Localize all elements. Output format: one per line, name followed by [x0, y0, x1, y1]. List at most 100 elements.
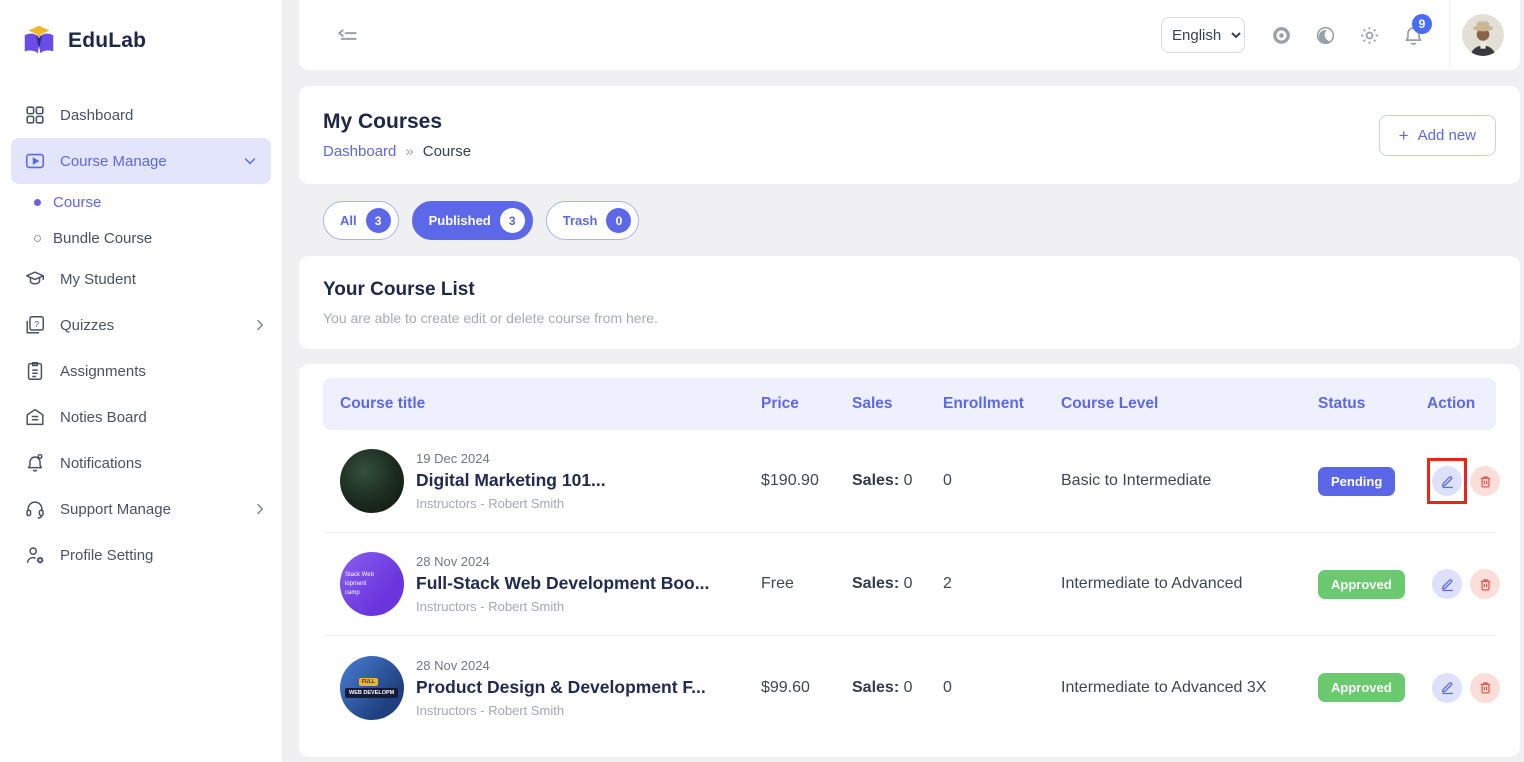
add-new-button[interactable]: + Add new [1379, 115, 1496, 156]
svg-text:?: ? [34, 319, 39, 329]
sidebar-item-label: Course Manage [60, 153, 167, 170]
course-date: 28 Nov 2024 [416, 554, 709, 569]
status-badge: Approved [1318, 673, 1405, 702]
headset-icon [24, 498, 46, 520]
course-sales: Sales: 0 [852, 575, 943, 593]
breadcrumb-dashboard-link[interactable]: Dashboard [323, 143, 396, 160]
sidebar-item-dashboard[interactable]: Dashboard [0, 92, 282, 138]
sidebar-item-noties-board[interactable]: Noties Board [0, 394, 282, 440]
main-area: English 9 [299, 0, 1524, 757]
sidebar-item-assignments[interactable]: Assignments [0, 348, 282, 394]
notifications-icon[interactable]: 9 [1391, 13, 1435, 57]
status-badge: Approved [1318, 570, 1405, 599]
filter-tab-trash[interactable]: Trash 0 [546, 201, 640, 240]
col-action: Action [1427, 395, 1496, 413]
col-price: Price [761, 395, 852, 413]
sidebar-item-label: Assignments [60, 363, 146, 380]
course-enrollment: 0 [943, 472, 1061, 490]
filter-tabs: All 3Published 3Trash 0 [323, 201, 1520, 240]
sidebar-nav: Dashboard Course Manage Course Bundle Cours… [0, 78, 282, 578]
dark-mode-icon[interactable] [1303, 13, 1347, 57]
filter-label: Trash [563, 213, 598, 228]
breadcrumb-current: Course [423, 143, 471, 160]
plus-icon: + [1399, 127, 1409, 144]
filter-count-badge: 3 [500, 208, 525, 233]
course-list-subtitle: You are able to create edit or delete co… [323, 310, 1496, 326]
sidebar-item-my-student[interactable]: My Student [0, 256, 282, 302]
table-body: 19 Dec 2024 Digital Marketing 101... Ins… [323, 430, 1496, 739]
filter-count-badge: 0 [606, 208, 631, 233]
delete-button[interactable] [1470, 673, 1500, 703]
sidebar-item-support-manage[interactable]: Support Manage [0, 486, 282, 532]
delete-button[interactable] [1470, 569, 1500, 599]
table-row: 19 Dec 2024 Digital Marketing 101... Ins… [323, 430, 1496, 533]
edit-button[interactable] [1432, 569, 1462, 599]
course-table-card: Course title Price Sales Enrollment Cour… [299, 364, 1520, 757]
edit-highlight-box [1427, 561, 1467, 607]
course-sales: Sales: 0 [852, 472, 943, 490]
filter-tab-published[interactable]: Published 3 [412, 201, 533, 240]
sidebar: EduLab Dashboard Course Manage Course Bundl… [0, 0, 283, 762]
course-instructor: Instructors - Robert Smith [416, 703, 706, 718]
course-sales: Sales: 0 [852, 679, 943, 697]
filter-label: Published [429, 213, 491, 228]
sidebar-item-notifications[interactable]: Notifications [0, 440, 282, 486]
video-course-icon [24, 150, 46, 172]
delete-button[interactable] [1470, 466, 1500, 496]
edit-button[interactable] [1432, 673, 1462, 703]
grid-icon [24, 104, 46, 126]
app-name: EduLab [68, 29, 146, 53]
course-level: Basic to Intermediate [1061, 472, 1318, 490]
col-sales: Sales [852, 395, 943, 413]
course-price: $190.90 [761, 472, 852, 490]
course-title[interactable]: Full-Stack Web Development Boo... [416, 573, 709, 594]
course-title[interactable]: Digital Marketing 101... [416, 470, 606, 491]
col-course-level: Course Level [1061, 395, 1318, 413]
sidebar-item-course[interactable]: Course [0, 184, 282, 220]
sidebar-item-profile-setting[interactable]: Profile Setting [0, 532, 282, 578]
bullet-icon [34, 235, 41, 242]
col-enrollment: Enrollment [943, 395, 1061, 413]
filter-tab-all[interactable]: All 3 [323, 201, 399, 240]
sidebar-item-label: Bundle Course [53, 230, 152, 247]
course-thumbnail: Stack Weblopmentcamp [340, 552, 404, 616]
filter-label: All [340, 213, 357, 228]
col-course-title: Course title [340, 395, 761, 413]
notice-board-icon [24, 406, 46, 428]
language-select[interactable]: English [1161, 17, 1245, 53]
quiz-icon: ? [24, 314, 46, 336]
breadcrumb: Dashboard » Course [323, 143, 471, 160]
course-thumbnail: FULLWEB DEVELOPM [340, 656, 404, 720]
bell-dot-icon [24, 452, 46, 474]
assignment-icon [24, 360, 46, 382]
course-list-header-card: Your Course List You are able to create … [299, 256, 1520, 349]
course-price: Free [761, 575, 852, 593]
sidebar-item-label: Dashboard [60, 107, 133, 124]
sidebar-item-quizzes[interactable]: ? Quizzes [0, 302, 282, 348]
settings-icon[interactable] [1347, 13, 1391, 57]
user-avatar[interactable] [1462, 14, 1504, 56]
chevron-right-icon [252, 317, 268, 333]
edit-button[interactable] [1432, 466, 1462, 496]
table-row: FULLWEB DEVELOPM 28 Nov 2024 Product Des… [323, 636, 1496, 739]
course-date: 19 Dec 2024 [416, 451, 606, 466]
page-header-card: My Courses Dashboard » Course + Add new [299, 86, 1520, 184]
course-enrollment: 2 [943, 575, 1061, 593]
sidebar-item-label: Quizzes [60, 317, 114, 334]
sidebar-item-label: Support Manage [60, 501, 171, 518]
sidebar-item-bundle-course[interactable]: Bundle Course [0, 220, 282, 256]
add-new-label: Add new [1418, 127, 1476, 144]
table-row: Stack Weblopmentcamp 28 Nov 2024 Full-St… [323, 533, 1496, 636]
course-instructor: Instructors - Robert Smith [416, 599, 709, 614]
collapse-sidebar-icon[interactable] [325, 13, 369, 57]
page-title: My Courses [323, 110, 471, 134]
edit-highlight-box [1427, 665, 1467, 711]
topbar: English 9 [299, 0, 1520, 70]
sidebar-item-course-manage[interactable]: Course Manage [11, 138, 271, 184]
visibility-icon[interactable] [1259, 13, 1303, 57]
bullet-icon [34, 199, 41, 206]
chevron-right-icon [252, 501, 268, 517]
book-graduation-icon [20, 22, 58, 60]
course-title[interactable]: Product Design & Development F... [416, 677, 706, 698]
table-header-row: Course title Price Sales Enrollment Cour… [323, 378, 1496, 430]
